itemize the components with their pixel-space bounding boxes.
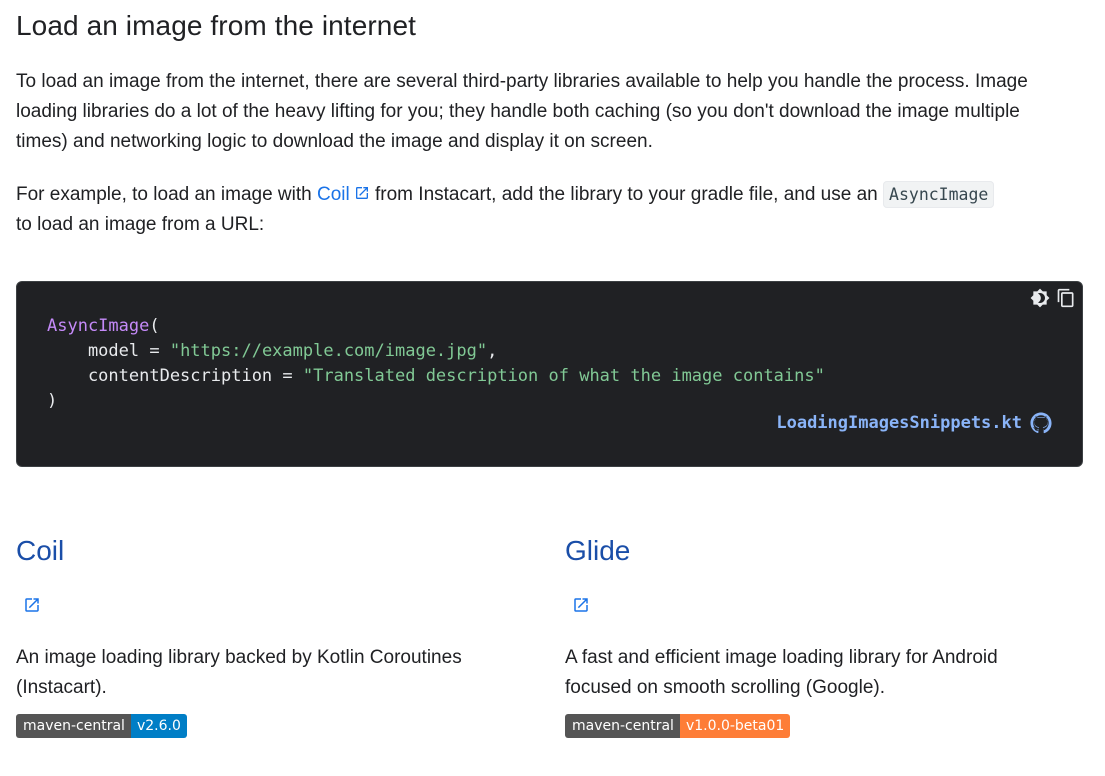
library-card-glide: Glide A fast and efficient image loading…	[565, 535, 1085, 738]
copy-code-button[interactable]	[1056, 288, 1076, 308]
example-middle-text: from Instacart, add the library to your …	[369, 184, 884, 205]
code-model-value: "https://example.com/image.jpg"	[169, 341, 488, 361]
dark-mode-toggle-icon	[1030, 288, 1050, 308]
library-title-coil[interactable]: Coil	[16, 535, 536, 567]
github-icon[interactable]	[1030, 412, 1052, 434]
code-block: AsyncImage( model = "https://example.com…	[16, 281, 1083, 467]
external-link-icon[interactable]	[572, 596, 590, 614]
dark-mode-toggle-button[interactable]	[1030, 288, 1050, 308]
snippet-file-name[interactable]: LoadingImagesSnippets.kt	[776, 413, 1022, 433]
code-close-paren: )	[47, 391, 58, 411]
intro-paragraph: To load an image from the internet, ther…	[16, 71, 1028, 152]
badge-label: maven-central	[16, 714, 131, 738]
library-description-coil: An image loading library backed by Kotli…	[16, 647, 462, 698]
section-title: Load an image from the internet	[16, 10, 417, 41]
maven-badge-coil[interactable]: maven-central v2.6.0	[16, 714, 187, 738]
code-function-name: AsyncImage	[47, 316, 150, 336]
badge-label: maven-central	[565, 714, 680, 738]
code-model-key: model =	[47, 341, 170, 361]
coil-inline-link[interactable]: Coil	[317, 184, 370, 205]
external-link-icon[interactable]	[23, 596, 41, 614]
code-description-value: "Translated description of what the imag…	[302, 366, 825, 386]
badge-version: v2.6.0	[130, 714, 187, 738]
maven-badge-glide[interactable]: maven-central v1.0.0-beta01	[565, 714, 791, 738]
code-description-key: contentDescription =	[47, 366, 303, 386]
example-paragraph: For example, to load an image with Coil …	[16, 180, 1076, 240]
snippet-source-link[interactable]: LoadingImagesSnippets.kt	[776, 412, 1052, 434]
example-prefix-text: For example, to load an image with	[16, 184, 317, 205]
library-title-glide[interactable]: Glide	[565, 535, 1085, 567]
code-comma: ,	[487, 341, 498, 361]
external-link-icon	[355, 187, 368, 199]
library-description-glide: A fast and efficient image loading libra…	[565, 647, 998, 698]
code-content: AsyncImage( model = "https://example.com…	[47, 314, 825, 414]
badge-version: v1.0.0-beta01	[679, 714, 791, 738]
coil-inline-link-label: Coil	[317, 184, 350, 205]
copy-icon	[1057, 288, 1074, 308]
library-card-coil: Coil An image loading library backed by …	[16, 535, 536, 738]
code-open-paren: (	[149, 316, 160, 336]
example-suffix-text: to load an image from a URL:	[16, 214, 265, 235]
code-toolbar	[1030, 288, 1076, 308]
asyncimage-inline-code: AsyncImage	[883, 181, 995, 208]
